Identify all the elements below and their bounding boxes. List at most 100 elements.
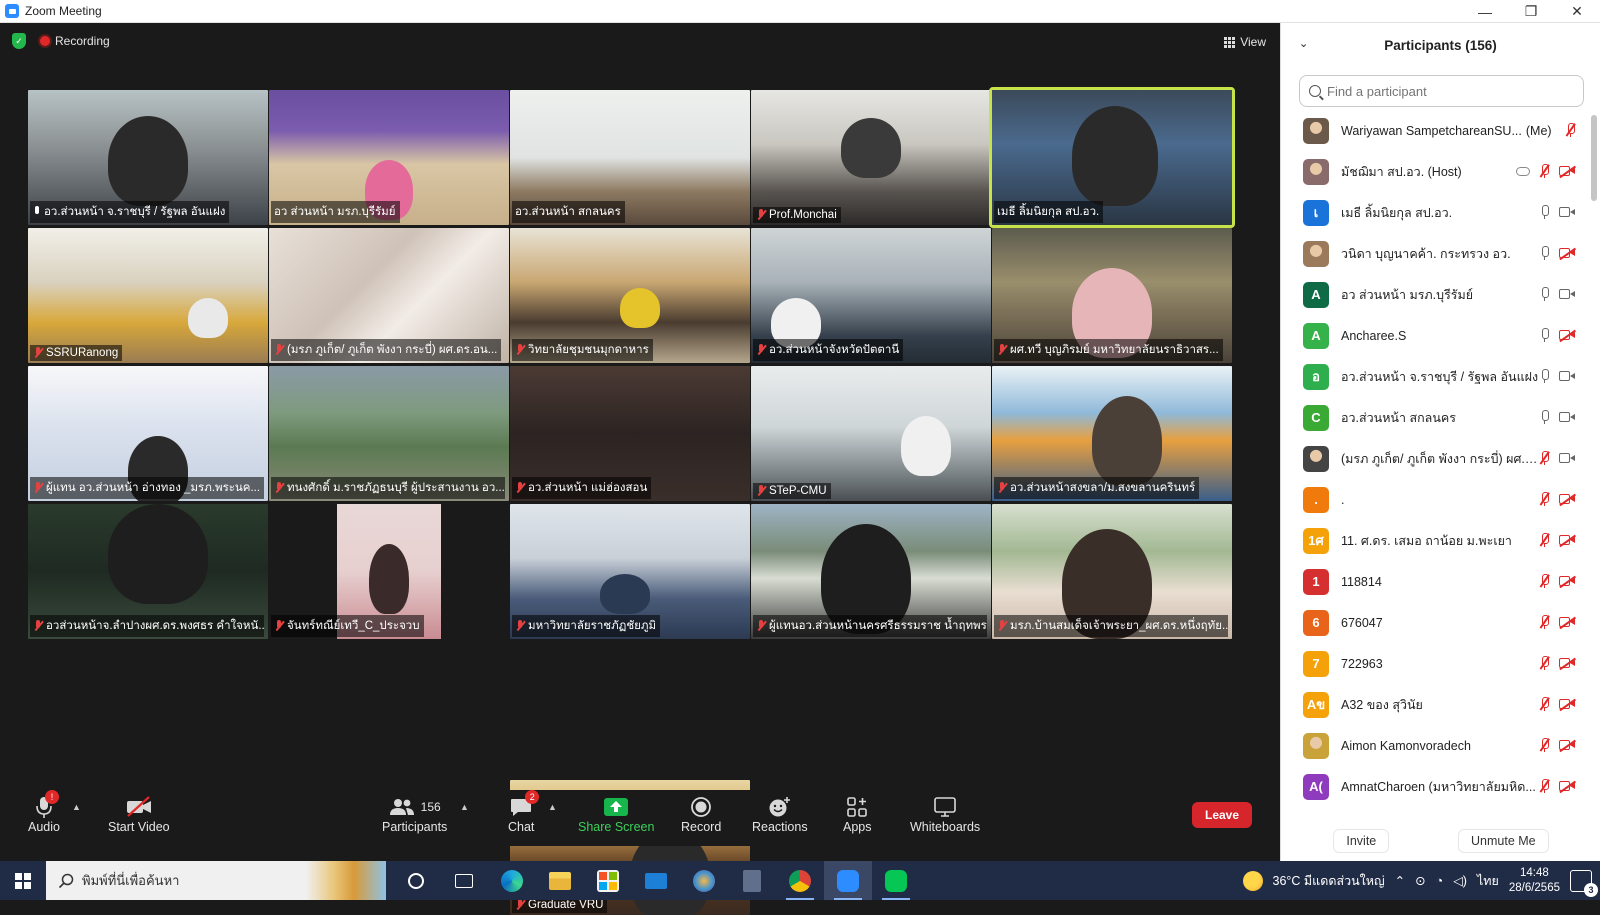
participant-row[interactable]: อ อว.ส่วนหน้า จ.ราชบุรี / รัฐพล อันแฝง xyxy=(1281,356,1587,397)
muted-microphone-icon[interactable] xyxy=(1565,123,1576,137)
video-off-icon[interactable] xyxy=(1559,247,1576,260)
video-off-icon[interactable] xyxy=(1559,698,1576,711)
muted-microphone-icon[interactable] xyxy=(1539,615,1550,629)
participant-row[interactable]: 6 676047 xyxy=(1281,602,1587,643)
microphone-icon[interactable] xyxy=(1540,205,1549,219)
video-off-icon[interactable] xyxy=(1559,534,1576,547)
mail-icon[interactable] xyxy=(632,861,680,900)
video-off-icon[interactable] xyxy=(1559,329,1576,342)
video-tile[interactable]: อวส่วนหน้าจ.ลำปางผศ.ดร.พงศธร คำใจหนั... xyxy=(28,504,268,639)
weather-text[interactable]: 36°C มีแดดส่วนใหญ่ xyxy=(1273,871,1385,891)
video-off-icon[interactable] xyxy=(1559,575,1576,588)
video-tile[interactable]: SSRURanong xyxy=(28,228,268,363)
audio-button[interactable]: ! Audio xyxy=(28,790,60,834)
task-view-icon[interactable] xyxy=(440,861,488,900)
video-off-icon[interactable] xyxy=(1559,616,1576,629)
video-camera-icon[interactable] xyxy=(1559,289,1575,300)
muted-microphone-icon[interactable] xyxy=(1539,164,1550,178)
video-tile[interactable]: STeP-CMU xyxy=(751,366,991,501)
input-language[interactable]: ไทย xyxy=(1477,871,1499,891)
participant-row[interactable]: .. xyxy=(1281,479,1587,520)
maximize-button[interactable]: ❐ xyxy=(1508,0,1554,23)
muted-microphone-icon[interactable] xyxy=(1539,492,1550,506)
microphone-icon[interactable] xyxy=(1540,369,1549,383)
participants-button[interactable]: 156 Participants xyxy=(382,794,447,834)
network-icon[interactable]: ⊙ xyxy=(1415,873,1425,888)
weather-sun-icon[interactable] xyxy=(1242,870,1263,891)
store-icon[interactable] xyxy=(584,861,632,900)
participant-row[interactable]: A(AmnatCharoen (มหาวิทยาลัยมหิด... xyxy=(1281,766,1587,807)
chat-options-chevron-icon[interactable]: ▲ xyxy=(548,802,557,812)
video-camera-icon[interactable] xyxy=(1559,371,1575,382)
microphone-icon[interactable] xyxy=(1540,287,1549,301)
muted-microphone-icon[interactable] xyxy=(1539,451,1550,465)
video-tile[interactable]: ผู้แทนอว.ส่วนหน้านครศรีธรรมราช น้ำฤทพร xyxy=(751,504,991,639)
shield-icon[interactable]: ✓ xyxy=(12,33,26,49)
video-camera-icon[interactable] xyxy=(1559,207,1575,218)
video-tile[interactable]: ผู้แทน อว.ส่วนหน้า อ่างทอง _มรภ.พระนค... xyxy=(28,366,268,501)
zoom-taskbar-icon[interactable] xyxy=(824,861,872,900)
calculator-icon[interactable] xyxy=(728,861,776,900)
video-off-icon[interactable] xyxy=(1559,493,1576,506)
participant-row[interactable]: A Ancharee.S xyxy=(1281,315,1587,356)
recording-indicator[interactable]: Recording xyxy=(40,34,110,48)
video-tile[interactable]: มหาวิทยาลัยราชภัฏชัยภูมิ xyxy=(510,504,750,639)
participants-options-chevron-icon[interactable]: ▲ xyxy=(460,802,469,812)
participant-row[interactable]: Aข A32 ของ สุวินัย xyxy=(1281,684,1587,725)
video-tile[interactable]: เมธี ลิ้มนิยกุล สป.อว. xyxy=(989,87,1235,228)
participant-row[interactable]: 7 722963 xyxy=(1281,643,1587,684)
muted-microphone-icon[interactable] xyxy=(1539,738,1550,752)
muted-microphone-icon[interactable] xyxy=(1539,779,1550,793)
reactions-button[interactable]: Reactions xyxy=(752,794,808,834)
paint-icon[interactable] xyxy=(680,861,728,900)
participant-row[interactable]: C อว.ส่วนหน้า สกลนคร xyxy=(1281,397,1587,438)
notifications-icon[interactable]: 3 xyxy=(1570,869,1598,897)
video-tile[interactable]: วิทยาลัยชุมชนมุกดาหาร xyxy=(510,228,750,363)
line-app-icon[interactable] xyxy=(872,861,920,900)
video-tile[interactable]: อว.ส่วนหน้า สกลนคร xyxy=(510,90,750,225)
microphone-icon[interactable] xyxy=(1540,246,1549,260)
video-off-icon[interactable] xyxy=(1559,739,1576,752)
video-tile[interactable]: ผศ.ทวี บุญภิรมย์ มหาวิทยาลัยนราธิวาสร... xyxy=(992,228,1232,363)
participant-row[interactable]: A อว ส่วนหน้า มรภ.บุรีรัมย์ xyxy=(1281,274,1587,315)
video-tile[interactable]: อว.ส่วนหน้าจังหวัดปัตตานี xyxy=(751,228,991,363)
muted-microphone-icon[interactable] xyxy=(1539,574,1550,588)
share-screen-button[interactable]: Share Screen xyxy=(578,794,654,834)
start-video-button[interactable]: Start Video xyxy=(108,794,170,834)
volume-icon[interactable]: ◁) xyxy=(1453,873,1467,888)
participant-row[interactable]: มัชฌิมา สป.อว. (Host) xyxy=(1281,151,1587,192)
cortana-icon[interactable] xyxy=(392,861,440,900)
start-button[interactable] xyxy=(0,861,46,900)
participant-row[interactable]: เ เมธี ลิ้มนิยกุล สป.อว. xyxy=(1281,192,1587,233)
video-camera-icon[interactable] xyxy=(1559,453,1575,464)
chat-button[interactable]: 2 Chat xyxy=(508,790,540,834)
close-button[interactable]: ✕ xyxy=(1554,0,1600,23)
participant-row[interactable]: 1ศ 11. ศ.ดร. เสมอ ถาน้อย ม.พะเยา xyxy=(1281,520,1587,561)
invite-button[interactable]: Invite xyxy=(1333,829,1390,853)
view-button[interactable]: View xyxy=(1224,35,1266,49)
video-tile[interactable]: อว.ส่วนหน้า แม่ฮ่องสอน xyxy=(510,366,750,501)
collapse-chevron-icon[interactable]: ⌄ xyxy=(1299,37,1308,50)
participant-row[interactable]: Wariyawan SampetchareanSU... (Me) xyxy=(1281,110,1587,151)
participant-row[interactable]: 1 118814 xyxy=(1281,561,1587,602)
muted-microphone-icon[interactable] xyxy=(1539,656,1550,670)
participant-list-scrollbar[interactable] xyxy=(1591,115,1597,201)
video-tile[interactable]: ทนงศักดิ์ ม.ราชภัฏธนบุรี ผู้ประสานงาน อว… xyxy=(269,366,509,501)
file-explorer-icon[interactable] xyxy=(536,861,584,900)
video-off-icon[interactable] xyxy=(1559,657,1576,670)
video-tile[interactable]: (มรภ ภูเก็ต/ ภูเก็ต พังงา กระบี่) ผศ.ดร.… xyxy=(269,228,509,363)
leave-button[interactable]: Leave xyxy=(1192,802,1252,828)
chrome-icon[interactable] xyxy=(776,861,824,900)
unmute-me-button[interactable]: Unmute Me xyxy=(1458,829,1549,853)
video-tile[interactable]: มรภ.บ้านสมเด็จเจ้าพระยา_ผศ.ดร.หนึ่งฤทัย.… xyxy=(992,504,1232,639)
participant-search-input[interactable] xyxy=(1327,83,1567,99)
microphone-icon[interactable] xyxy=(1540,410,1549,424)
video-off-icon[interactable] xyxy=(1559,165,1576,178)
participant-row[interactable]: Aimon Kamonvoradech xyxy=(1281,725,1587,766)
video-off-icon[interactable] xyxy=(1559,780,1576,793)
wifi-icon[interactable]: ◔ xyxy=(1436,874,1444,888)
muted-microphone-icon[interactable] xyxy=(1539,697,1550,711)
microphone-icon[interactable] xyxy=(1540,328,1549,342)
minimize-button[interactable]: — xyxy=(1462,0,1508,23)
taskbar-clock[interactable]: 14:48 28/6/2565 xyxy=(1509,866,1560,896)
